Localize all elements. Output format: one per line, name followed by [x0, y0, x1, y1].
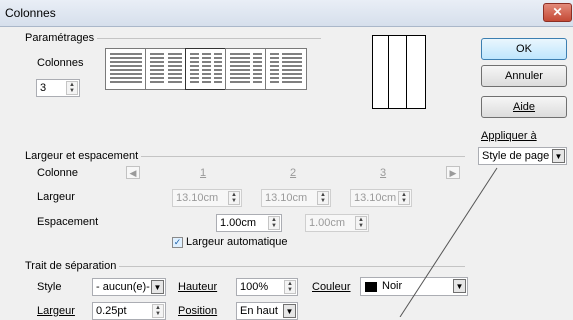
annotation-line: [399, 167, 498, 317]
